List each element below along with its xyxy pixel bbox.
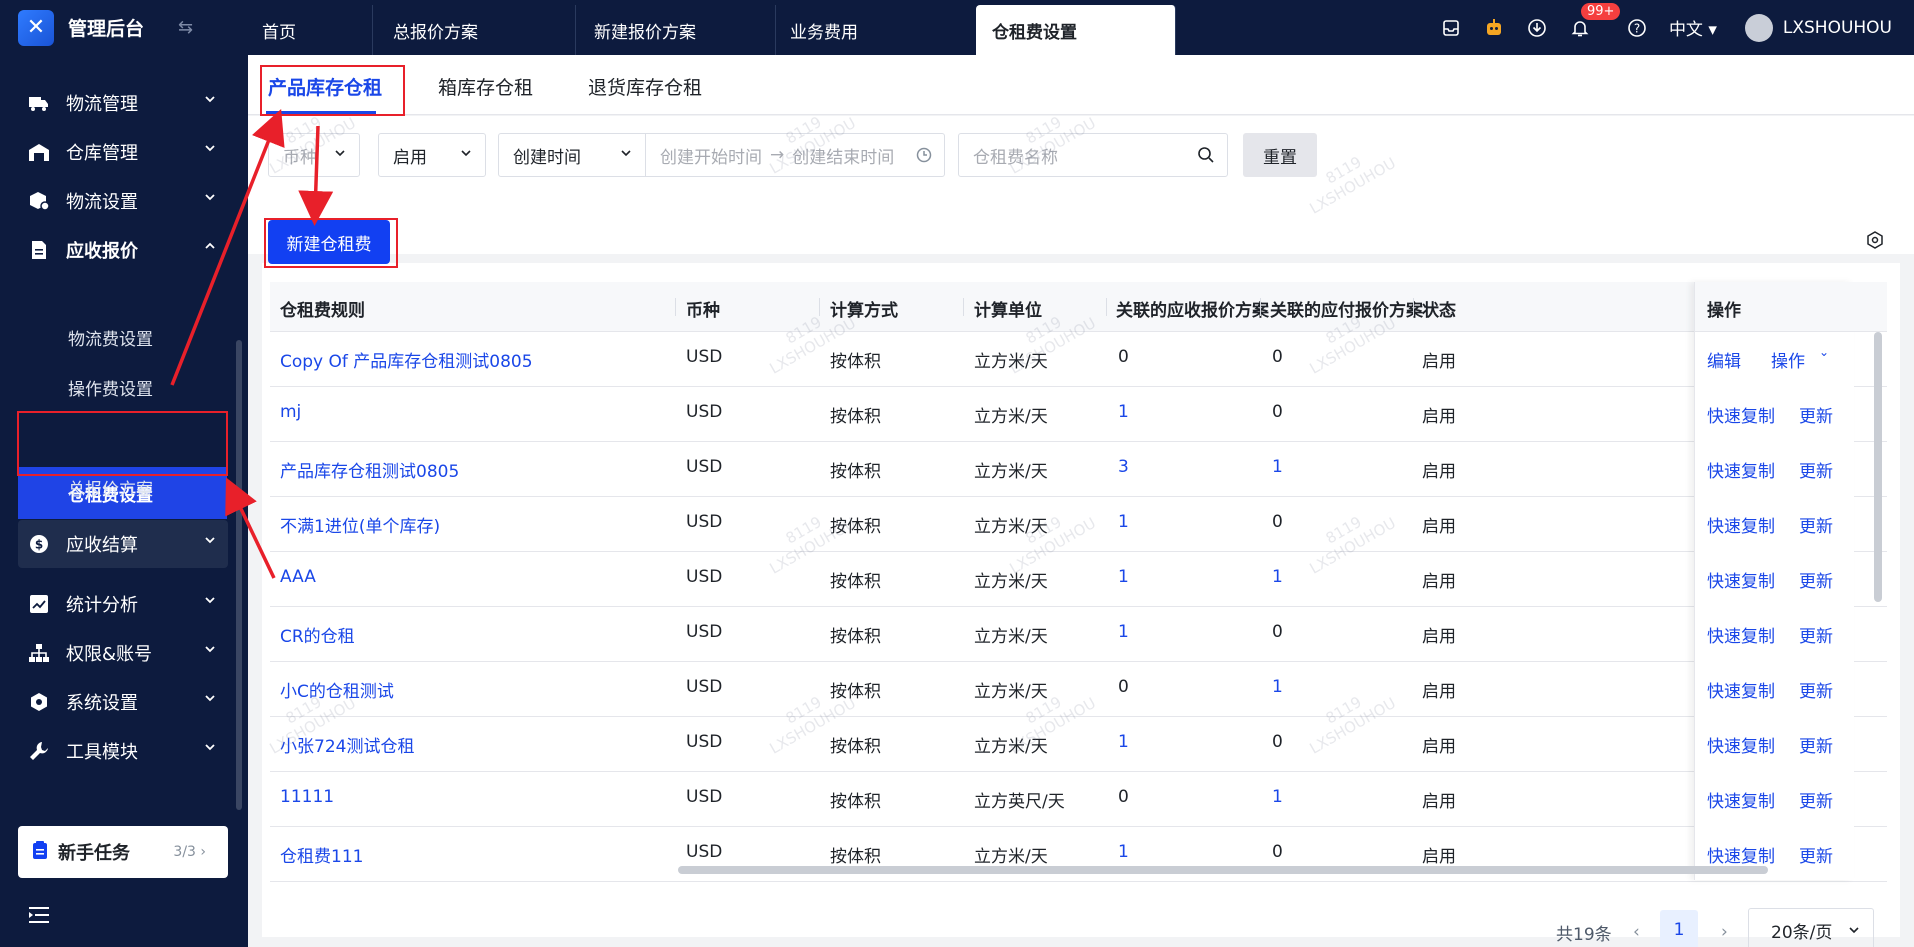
annotation-arrows: [170, 108, 334, 579]
